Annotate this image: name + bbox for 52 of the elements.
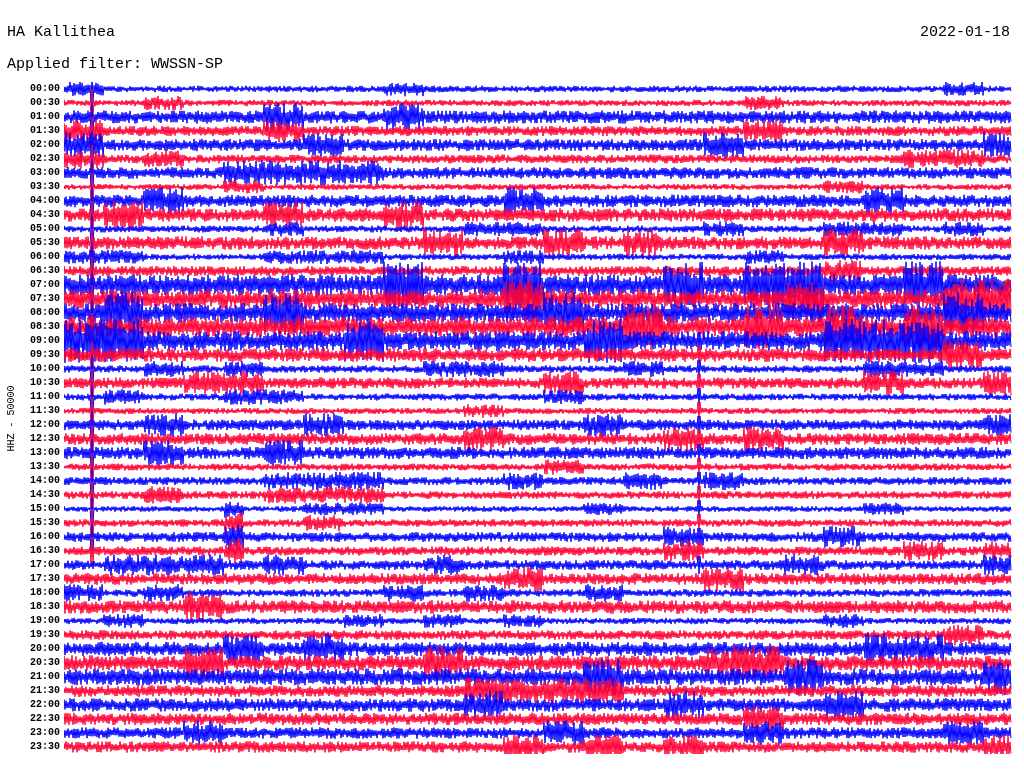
time-label: 19:30	[30, 628, 60, 642]
time-label: 17:00	[30, 558, 60, 572]
time-label: 16:00	[30, 530, 60, 544]
time-label: 08:30	[30, 320, 60, 334]
time-label: 01:00	[30, 110, 60, 124]
time-label: 09:00	[30, 334, 60, 348]
time-label: 21:30	[30, 684, 60, 698]
time-label: 20:30	[30, 656, 60, 670]
time-label: 02:00	[30, 138, 60, 152]
time-label: 04:30	[30, 208, 60, 222]
time-label: 00:30	[30, 96, 60, 110]
time-label: 13:30	[30, 460, 60, 474]
time-label: 14:00	[30, 474, 60, 488]
time-label: 09:30	[30, 348, 60, 362]
time-label: 03:00	[30, 166, 60, 180]
time-label: 05:00	[30, 222, 60, 236]
station-title: HA Kallithea	[7, 24, 116, 42]
time-label: 01:30	[30, 124, 60, 138]
time-label: 23:30	[30, 740, 60, 754]
time-label: 12:00	[30, 418, 60, 432]
time-label: 12:30	[30, 432, 60, 446]
time-label: 11:00	[30, 390, 60, 404]
filter-label: Applied filter: WWSSN-SP	[7, 56, 224, 73]
time-label: 18:00	[30, 586, 60, 600]
time-label: 14:30	[30, 488, 60, 502]
time-label: 18:30	[30, 600, 60, 614]
time-label: 10:30	[30, 376, 60, 390]
time-label: 22:00	[30, 698, 60, 712]
time-label: 05:30	[30, 236, 60, 250]
time-label: 04:00	[30, 194, 60, 208]
time-label: 22:30	[30, 712, 60, 726]
time-label: 13:00	[30, 446, 60, 460]
time-label: 08:00	[30, 306, 60, 320]
time-label: 07:00	[30, 278, 60, 292]
channel-label: HHZ - 50000	[4, 385, 18, 451]
time-label: 20:00	[30, 642, 60, 656]
time-label: 07:30	[30, 292, 60, 306]
time-label: 10:00	[30, 362, 60, 376]
time-label: 21:00	[30, 670, 60, 684]
time-label: 15:30	[30, 516, 60, 530]
time-label: 06:30	[30, 264, 60, 278]
time-label: 00:00	[30, 82, 60, 96]
time-label: 02:30	[30, 152, 60, 166]
time-label: 19:00	[30, 614, 60, 628]
time-label: 15:00	[30, 502, 60, 516]
time-label: 17:30	[30, 572, 60, 586]
time-label: 03:30	[30, 180, 60, 194]
time-label: 11:30	[30, 404, 60, 418]
date-label: 2022-01-18	[920, 24, 1011, 42]
time-label: 23:00	[30, 726, 60, 740]
time-label: 06:00	[30, 250, 60, 264]
time-label: 16:30	[30, 544, 60, 558]
